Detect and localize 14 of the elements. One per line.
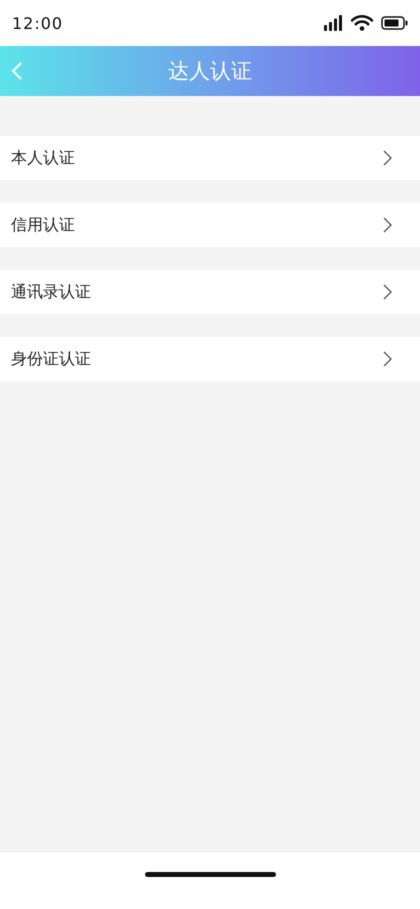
chevron-icon	[383, 351, 392, 367]
chevron-icon	[383, 217, 392, 233]
battery-icon	[381, 16, 408, 30]
list-item[interactable]: 本人认证	[0, 136, 420, 180]
list-item[interactable]: 信用认证	[0, 203, 420, 247]
chevron-icon	[383, 284, 392, 300]
list-item[interactable]: 通讯录认证	[0, 270, 420, 314]
chevron-icon	[383, 150, 392, 166]
page-title: 达人认证	[168, 58, 252, 85]
wifi-icon	[351, 15, 373, 31]
signal-icon	[324, 15, 343, 31]
back-icon[interactable]	[11, 61, 23, 81]
status-time: 12:00	[12, 14, 64, 32]
list-item[interactable]: 身份证认证	[0, 337, 420, 381]
